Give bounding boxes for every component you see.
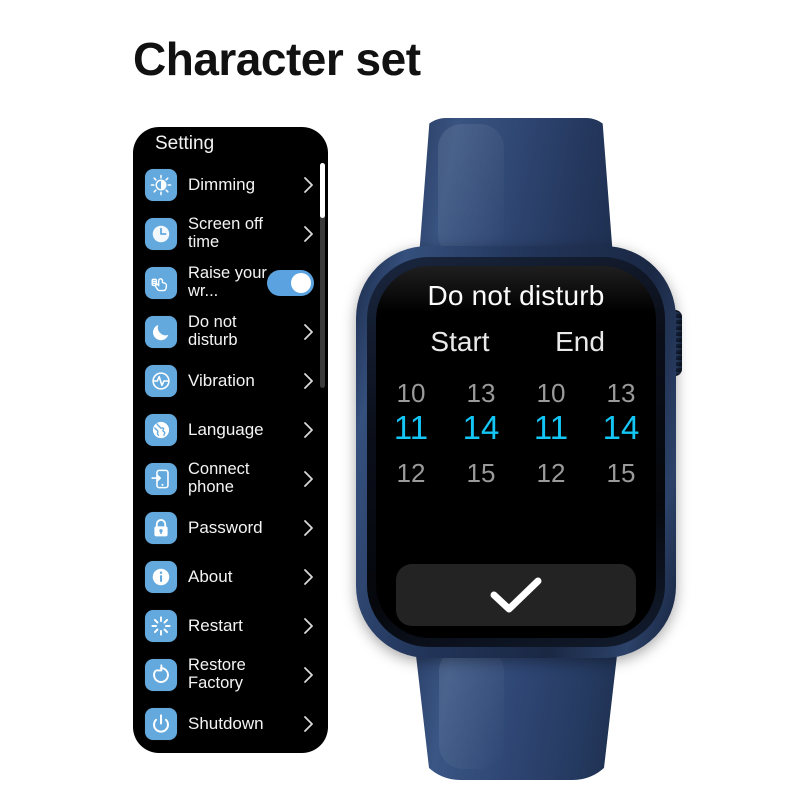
confirm-button[interactable] [396,564,636,626]
end-hour-prev[interactable]: 10 [516,378,586,409]
sidebar-item-label: Screen off time [188,216,263,251]
chevron-right-icon [303,470,314,488]
chevron-right-icon [303,666,314,684]
picker-row-selected[interactable]: 11 14 11 14 [376,409,656,447]
sidebar-item-label: About [188,567,233,586]
globe-icon [145,413,177,446]
info-icon [145,560,177,593]
sidebar-item-raise-your-wrist[interactable]: Raise your wr... [133,258,328,307]
restore-icon [145,658,177,691]
sidebar-item-label: Language [188,420,264,439]
chevron-right-icon [303,617,314,635]
sidebar-item-restart[interactable]: Restart [133,601,328,650]
end-minute-next[interactable]: 15 [586,458,656,489]
sidebar-item-vibration[interactable]: Vibration [133,356,328,405]
sidebar-item-password[interactable]: Password [133,503,328,552]
watch-bezel: Do not disturb Start End 10 13 10 13 11 … [367,257,665,647]
page-title: Character set [133,33,421,85]
settings-header-title: Setting [155,133,215,154]
brightness-icon [145,168,177,201]
sidebar-item-label: Do not disturb [188,314,238,349]
raise-wrist-icon [145,266,177,299]
moon-icon [145,315,177,348]
sidebar-item-label: Connect phone [188,461,250,496]
restart-spinner-icon [145,609,177,642]
sidebar-item-do-not-disturb[interactable]: Do not disturb [133,307,328,356]
end-hour-selected[interactable]: 11 [516,409,586,447]
picker-row-next[interactable]: 12 15 12 15 [376,458,656,489]
sidebar-item-restore-factory[interactable]: Restore Factory [133,650,328,699]
sidebar-item-label: Restart [188,616,243,635]
watch-screen: Do not disturb Start End 10 13 10 13 11 … [376,266,656,638]
connect-phone-icon [145,462,177,495]
sidebar-item-about[interactable]: About [133,552,328,601]
chevron-right-icon [303,715,314,733]
chevron-right-icon [303,323,314,341]
sidebar-item-screen-off-time[interactable]: Screen off time [133,209,328,258]
chevron-right-icon [303,176,314,194]
chevron-right-icon [303,519,314,537]
chevron-right-icon [303,225,314,243]
start-minute-prev[interactable]: 13 [446,378,516,409]
start-minute-selected[interactable]: 14 [446,409,516,447]
settings-list: Dimming Screen off time Raise your wr...… [133,160,328,753]
sidebar-item-connect-phone[interactable]: Connect phone [133,454,328,503]
end-minute-prev[interactable]: 13 [586,378,656,409]
power-icon [145,707,177,740]
start-hour-next[interactable]: 12 [376,458,446,489]
watch-band-bottom [414,638,619,780]
sidebar-item-label: Vibration [188,371,255,390]
settings-panel: Setting Dimming Screen off time Raise yo… [133,127,328,753]
sidebar-item-language[interactable]: Language [133,405,328,454]
sidebar-item-dimming[interactable]: Dimming [133,160,328,209]
screen-title: Do not disturb [427,280,605,311]
settings-scrollbar-thumb[interactable] [320,163,325,218]
chevron-right-icon [303,421,314,439]
sidebar-item-label: Shutdown [188,714,264,733]
column-heading-start: Start [430,326,490,357]
watch-case: Do not disturb Start End 10 13 10 13 11 … [356,246,676,658]
end-minute-selected[interactable]: 14 [586,409,656,447]
watch-glass: Do not disturb Start End 10 13 10 13 11 … [376,266,656,638]
lock-icon [145,511,177,544]
column-heading-end: End [555,326,605,357]
sidebar-item-label: Restore Factory [188,657,246,692]
raise-wrist-toggle[interactable] [267,269,314,296]
end-hour-next[interactable]: 12 [516,458,586,489]
sidebar-item-label: Dimming [188,175,256,194]
chevron-right-icon [303,372,314,390]
chevron-right-icon [303,568,314,586]
clock-icon [145,217,177,250]
vibration-icon [145,364,177,397]
smartwatch: Do not disturb Start End 10 13 10 13 11 … [340,118,700,780]
picker-row-previous[interactable]: 10 13 10 13 [376,378,656,409]
check-icon [488,575,544,615]
start-hour-prev[interactable]: 10 [376,378,446,409]
sidebar-item-shutdown[interactable]: Shutdown [133,699,328,748]
start-hour-selected[interactable]: 11 [376,409,446,447]
sidebar-item-label: Password [188,518,263,537]
start-minute-next[interactable]: 15 [446,458,516,489]
